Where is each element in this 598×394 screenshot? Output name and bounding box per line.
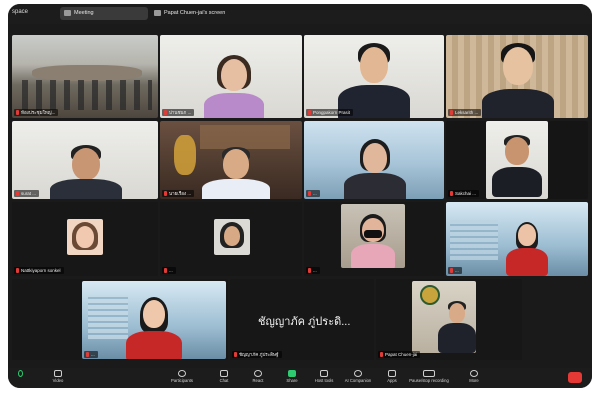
active-speaker-name: ชัญญาภัค ภู่ประดิ... <box>258 316 351 328</box>
tab-shared-screen-label: Papat Chuen-jai's screen <box>164 10 226 16</box>
video-tile-active-speaker[interactable]: ชัญญาภัค ภู่ประดิ... ชัญญาภัค ภู่ประดิษฐ… <box>230 279 374 360</box>
participant-video <box>412 281 476 353</box>
participant-name-tag: ชัญญาภัค ภู่ประดิษฐ์ <box>232 351 282 358</box>
organization-emblem <box>420 285 440 305</box>
video-tile[interactable]: ห้องประชุมใหญ่... <box>12 35 158 118</box>
microphone-icon <box>17 370 23 377</box>
participant-name-tag: surat ... <box>14 190 40 197</box>
share-screen-icon <box>288 370 296 377</box>
screen-share-icon <box>154 10 161 16</box>
participant-video <box>82 281 226 359</box>
mic-muted-icon <box>164 191 167 196</box>
meeting-table <box>32 65 142 81</box>
participant-name-tag: ... <box>306 190 320 197</box>
mic-muted-icon <box>450 268 453 273</box>
participant-face <box>503 47 533 85</box>
face-mask <box>364 230 382 238</box>
participant-name-tag: ห้องประชุมใหญ่... <box>14 109 59 116</box>
mic-muted-icon <box>308 191 311 196</box>
recording-button[interactable]: Pause/stop recording <box>406 369 452 387</box>
video-tile[interactable]: Leksarith ... <box>446 35 588 118</box>
pause-stop-icon <box>423 370 435 377</box>
chat-button[interactable]: Chat <box>206 369 242 387</box>
participant-name-tag: Nattkiyaporn sonkel <box>14 267 64 274</box>
participant-face <box>221 59 247 91</box>
video-button[interactable]: Video <box>40 369 76 387</box>
end-meeting-button[interactable] <box>568 372 582 383</box>
participant-video <box>341 204 405 268</box>
participant-face <box>360 47 388 83</box>
participant-name-tag: ... <box>306 267 320 274</box>
mic-muted-icon <box>86 352 89 357</box>
more-dots-icon <box>470 370 478 377</box>
participant-name-tag: ... <box>448 267 462 274</box>
react-button[interactable]: React <box>240 369 276 387</box>
host-tools-button[interactable]: Host tools <box>306 369 342 387</box>
video-tile[interactable]: Sakchai ... <box>446 121 588 199</box>
participant-face <box>363 143 387 173</box>
mic-muted-icon <box>450 191 453 196</box>
more-button[interactable]: More <box>456 369 492 387</box>
participant-face <box>223 149 249 179</box>
participant-face <box>72 148 100 180</box>
participant-avatar <box>214 219 250 255</box>
chairs <box>22 80 152 110</box>
video-tile[interactable]: ... <box>12 279 228 360</box>
mic-muted-icon <box>308 268 311 273</box>
participant-name-tag: นายเรือง ... <box>162 190 195 197</box>
sparkle-icon <box>354 370 362 377</box>
participant-name-tag: Papat Chuen-jai <box>378 351 421 358</box>
video-tile[interactable]: ... <box>304 121 444 199</box>
video-tile[interactable]: ปานชนก ... <box>160 35 302 118</box>
mic-muted-icon <box>16 191 19 196</box>
mic-muted-icon <box>16 268 19 273</box>
mic-muted-icon <box>164 110 167 115</box>
chat-bubble-icon <box>220 370 228 377</box>
participant-name-tag: Pongpakorn Prasit <box>306 109 354 116</box>
participant-name-tag: ปานชนก ... <box>162 109 195 116</box>
participant-name-tag: ... <box>84 351 98 358</box>
mic-muted-icon <box>308 110 311 115</box>
flower-vase <box>174 135 196 175</box>
zoom-window: space Meeting Papat Chuen-jai's screen ห… <box>8 4 592 388</box>
video-tile[interactable]: Nattkiyaporn sonkel <box>12 202 158 276</box>
apps-grid-icon <box>388 370 396 377</box>
participant-face <box>505 137 529 165</box>
video-tile[interactable]: นายเรือง ... <box>160 121 302 199</box>
video-tile[interactable]: ... <box>446 202 588 276</box>
mute-button[interactable] <box>10 369 30 387</box>
tab-meeting[interactable]: Meeting <box>60 7 148 20</box>
tab-shared-screen[interactable]: Papat Chuen-jai's screen <box>150 7 250 20</box>
mic-muted-icon <box>234 352 237 357</box>
heart-icon <box>254 370 262 377</box>
participant-name-tag: Sakchai ... <box>448 190 480 197</box>
mic-muted-icon <box>164 268 167 273</box>
video-tile[interactable]: Pongpakorn Prasit <box>304 35 444 118</box>
building-background <box>450 220 498 260</box>
tab-meeting-label: Meeting <box>74 10 94 16</box>
home-icon <box>64 10 71 16</box>
shield-icon <box>320 370 328 377</box>
video-tile[interactable]: Papat Chuen-jai <box>376 279 522 360</box>
video-camera-icon <box>54 370 62 377</box>
participant-video <box>486 121 548 199</box>
mic-muted-icon <box>450 110 453 115</box>
video-tile[interactable]: surat ... <box>12 121 158 199</box>
ai-companion-button[interactable]: AI Companion <box>340 369 376 387</box>
participants-button[interactable]: Participants <box>164 369 200 387</box>
meeting-toolbar: Video Participants Chat React Share Host… <box>8 368 592 388</box>
title-bar: space Meeting Papat Chuen-jai's screen <box>8 4 592 24</box>
participant-name-tag: Leksarith ... <box>448 109 482 116</box>
mic-muted-icon <box>16 110 19 115</box>
video-tile[interactable]: ... <box>304 202 444 276</box>
participant-name-tag: ... <box>162 267 176 274</box>
participants-icon <box>178 370 186 377</box>
mic-muted-icon <box>380 352 383 357</box>
app-label: space <box>12 9 29 15</box>
video-tile[interactable]: ... <box>160 202 302 276</box>
apps-button[interactable]: Apps <box>374 369 410 387</box>
share-button[interactable]: Share <box>274 369 310 387</box>
participant-avatar <box>67 219 103 255</box>
